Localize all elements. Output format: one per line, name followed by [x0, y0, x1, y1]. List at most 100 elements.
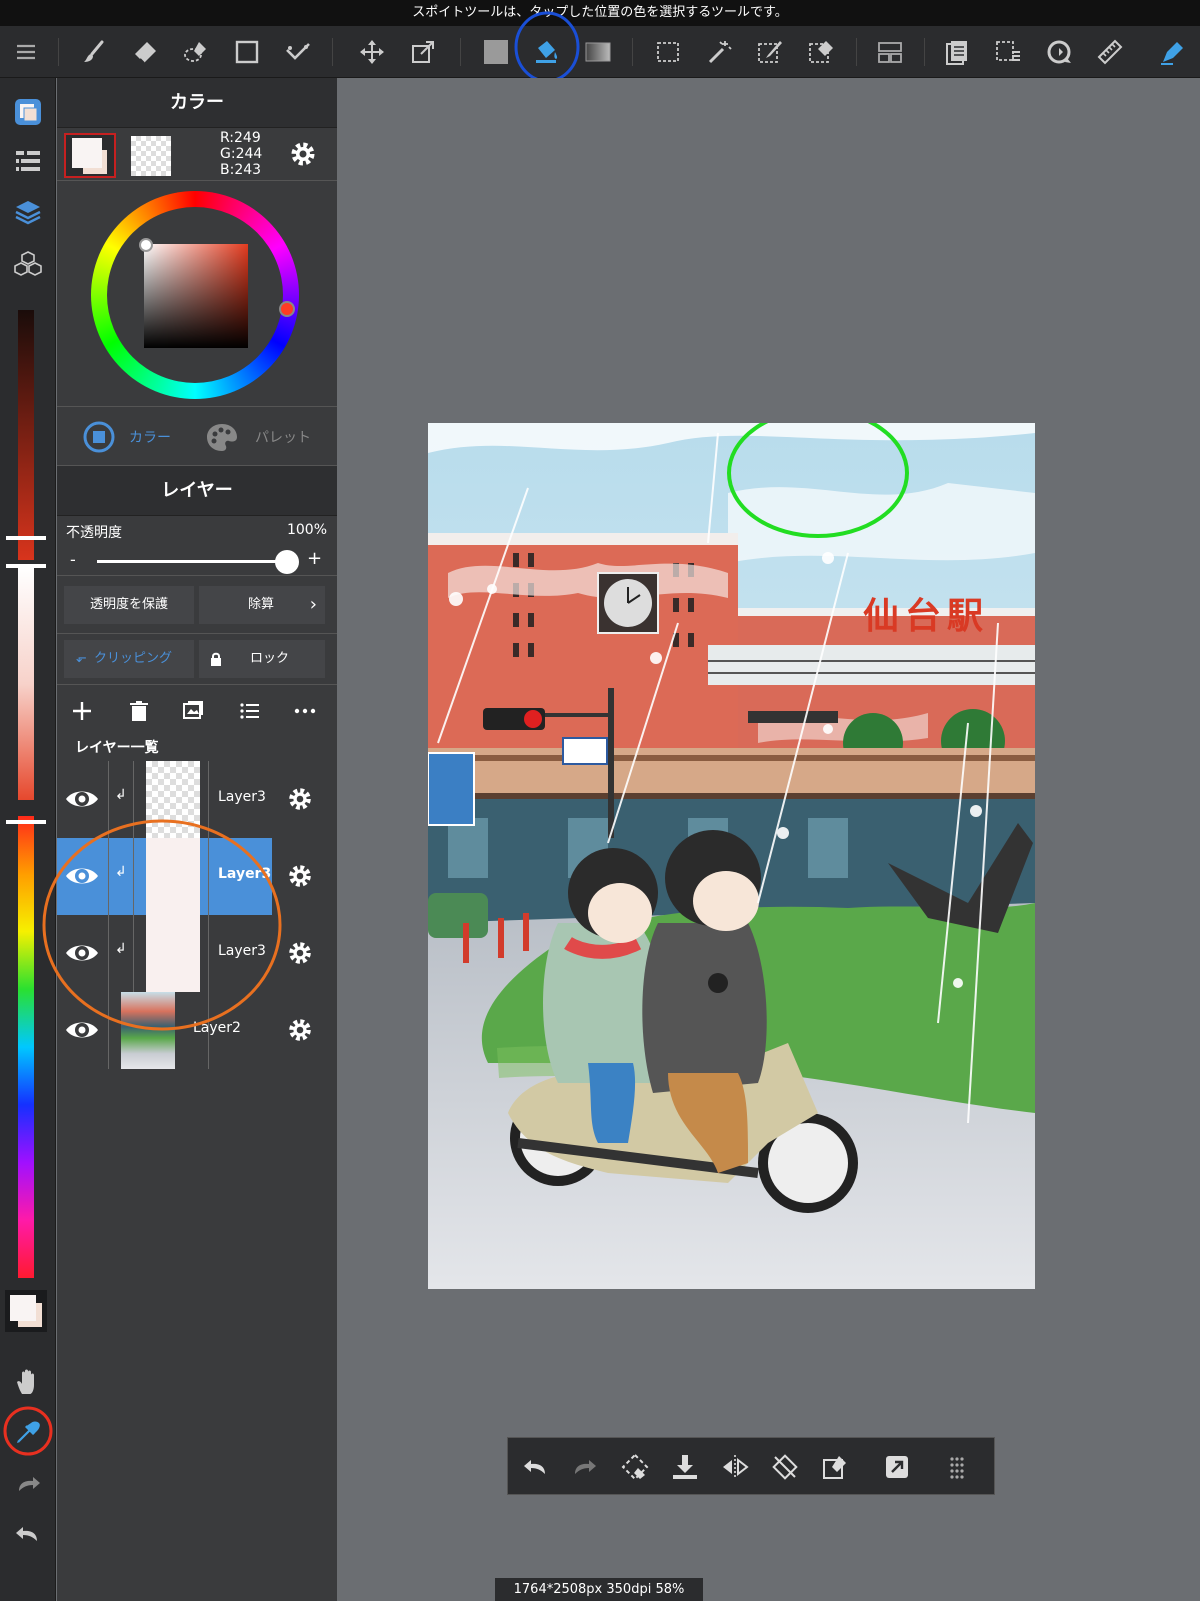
eye-icon[interactable] [64, 781, 100, 817]
eraser-icon[interactable] [127, 34, 163, 70]
share-button[interactable] [880, 1450, 914, 1484]
clip-arrow-icon: ↲ [115, 864, 127, 880]
select-pen2-icon[interactable] [752, 34, 788, 70]
opacity-minus[interactable]: - [70, 550, 76, 569]
gear-icon[interactable] [285, 861, 315, 891]
move-icon[interactable] [354, 34, 390, 70]
trash-icon[interactable] [127, 699, 151, 723]
clipping-button[interactable]: ⬐ クリッピング [64, 640, 194, 678]
eye-icon[interactable] [64, 858, 100, 894]
select-pen-icon[interactable] [280, 34, 316, 70]
hue-cursor[interactable] [279, 301, 295, 317]
hue-slider[interactable] [18, 816, 34, 1278]
color-panel-title: カラー [57, 78, 337, 128]
save-button[interactable] [668, 1450, 702, 1484]
bottom-quick-bar [507, 1437, 995, 1495]
rotate-icon[interactable] [1041, 34, 1077, 70]
color-wheel-area [57, 181, 337, 407]
menu-icon[interactable] [8, 34, 44, 70]
clip-arrow-icon: ↲ [115, 941, 127, 957]
image-layer-icon[interactable] [181, 699, 205, 723]
chevron-right-icon: › [309, 594, 317, 615]
left-strip [0, 78, 56, 1601]
tab-palette[interactable]: パレット [205, 421, 311, 453]
current-color-chip[interactable] [5, 1290, 47, 1332]
rotate-reset-button[interactable] [768, 1450, 802, 1484]
flip-button[interactable] [718, 1450, 752, 1484]
station-sign: 仙台駅 [863, 596, 989, 637]
clear-button[interactable] [818, 1450, 852, 1484]
opacity-knob[interactable] [275, 550, 299, 574]
tab-color[interactable]: カラー [83, 421, 171, 453]
transform-button[interactable] [618, 1450, 652, 1484]
toolbar-divider [460, 38, 461, 66]
hand-icon[interactable] [8, 1362, 48, 1402]
select-eraser-icon[interactable] [803, 34, 839, 70]
layer-row[interactable]: ↲ Layer3 [57, 915, 337, 992]
layers-copy-icon[interactable] [939, 34, 975, 70]
gradient-icon[interactable] [580, 34, 616, 70]
grip-handle[interactable] [940, 1450, 974, 1484]
gear-icon[interactable] [285, 938, 315, 968]
frame-icon[interactable] [872, 34, 908, 70]
list-icon[interactable] [238, 699, 262, 723]
canvas-status-text: 1764*2508px 350dpi 58% [513, 1582, 685, 1597]
lasso-eraser-icon[interactable] [178, 34, 214, 70]
magic-wand-icon[interactable] [701, 34, 737, 70]
brush-icon[interactable] [76, 34, 112, 70]
color-panel-icon[interactable] [8, 92, 48, 132]
slider-handle[interactable] [6, 564, 46, 568]
clipping-label: クリッピング [94, 651, 173, 666]
ruler-icon[interactable] [1092, 34, 1128, 70]
canvas-area[interactable]: 仙台駅 1764*2508px 350dpi 58% [337, 78, 1200, 1601]
toolbar-divider [632, 38, 633, 66]
saturation-slider[interactable] [18, 568, 34, 800]
layers-icon[interactable] [8, 192, 48, 232]
redo-icon[interactable] [8, 1464, 48, 1504]
more-icon[interactable] [293, 699, 317, 723]
select-list-icon[interactable] [990, 34, 1026, 70]
flip-icon [723, 1455, 749, 1479]
eye-icon[interactable] [64, 935, 100, 971]
artwork[interactable]: 仙台駅 [428, 423, 1035, 1289]
sv-cursor[interactable] [139, 238, 153, 252]
redo-button[interactable] [568, 1450, 602, 1484]
share-icon [886, 1456, 908, 1478]
blend-mode-button[interactable]: 除算 › [199, 586, 325, 624]
layer-row[interactable]: ↲ Layer3 [57, 838, 337, 915]
toolbar-divider [856, 38, 857, 66]
undo-button[interactable] [518, 1450, 552, 1484]
protect-alpha-button[interactable]: 透明度を保護 [64, 586, 194, 624]
slider-handle[interactable] [6, 820, 46, 824]
gear-icon[interactable] [285, 784, 315, 814]
layer-divider [133, 761, 134, 838]
undo-icon[interactable] [8, 1514, 48, 1554]
sv-square[interactable] [144, 244, 248, 348]
opacity-track[interactable] [97, 560, 287, 563]
gear-icon[interactable] [287, 138, 319, 170]
lock-button[interactable]: ロック [199, 640, 325, 678]
main-color-swatch[interactable] [64, 133, 116, 178]
eye-icon[interactable] [64, 1012, 100, 1048]
layer-thumbnail [121, 992, 175, 1069]
slider-handle[interactable] [6, 536, 46, 540]
layer-row[interactable]: Layer2 [57, 992, 337, 1069]
sub-color-swatch[interactable] [131, 136, 171, 176]
toolbar-divider [332, 38, 333, 66]
fill-color-icon[interactable] [478, 34, 514, 70]
rectangle-icon[interactable] [229, 34, 265, 70]
layer-name: Layer2 [193, 1020, 241, 1036]
gear-icon[interactable] [285, 1015, 315, 1045]
transform-icon[interactable] [405, 34, 441, 70]
brightness-slider[interactable] [18, 310, 34, 560]
eyedropper-icon[interactable] [8, 1412, 48, 1452]
layer-row[interactable]: ↲ Layer3 [57, 761, 337, 838]
redo-icon [575, 1460, 596, 1474]
materials-icon[interactable] [8, 244, 48, 284]
opacity-plus[interactable]: + [307, 548, 322, 569]
select-rect-icon[interactable] [650, 34, 686, 70]
bucket-icon[interactable] [529, 34, 565, 70]
add-layer-icon[interactable] [70, 699, 94, 723]
layer-list-icon[interactable] [8, 142, 48, 182]
settings-pen-icon[interactable] [1155, 34, 1191, 70]
